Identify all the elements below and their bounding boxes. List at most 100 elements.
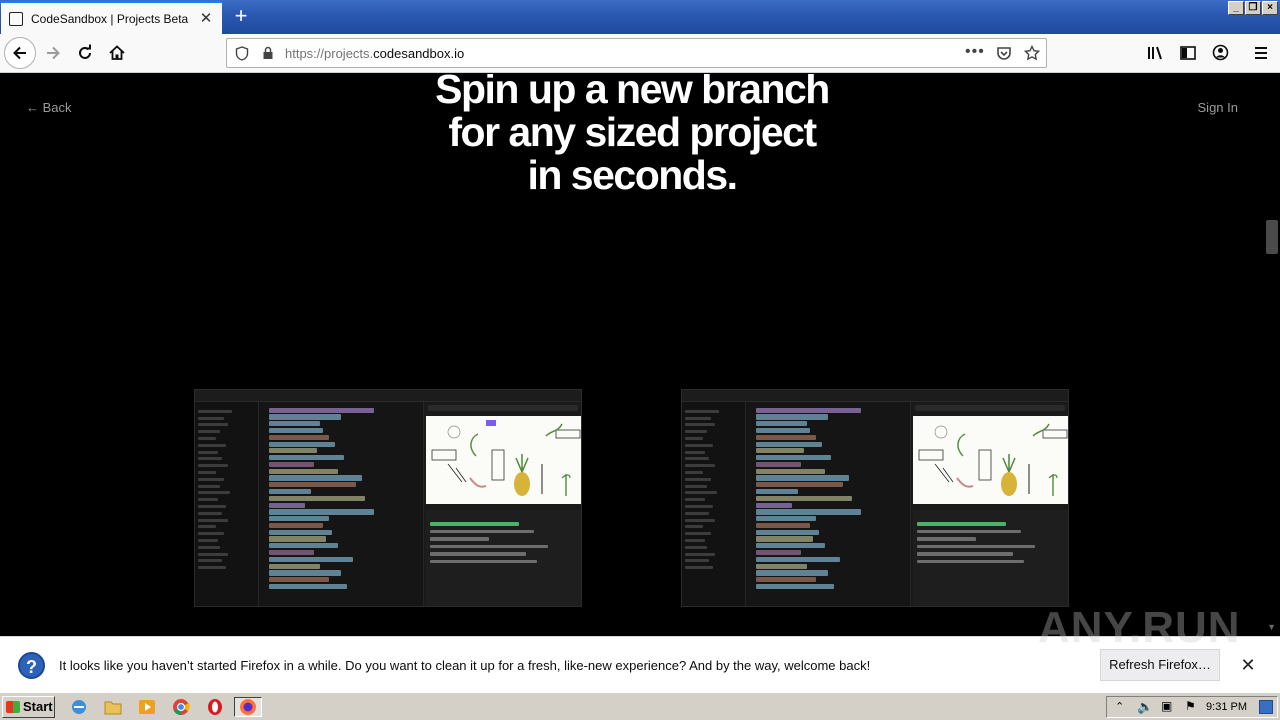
file-tree-entry xyxy=(198,436,216,440)
code-line xyxy=(756,583,834,590)
code-line xyxy=(269,502,305,508)
system-tray: ⌃ 🔈 ▣ ⚑ 9:31 PM xyxy=(1106,696,1278,718)
file-tree-entry xyxy=(198,430,220,434)
file-explorer-icon[interactable] xyxy=(99,697,127,717)
code-editor xyxy=(259,402,423,606)
page-scrollbar[interactable]: ▼ xyxy=(1264,74,1280,636)
code-line xyxy=(756,556,840,562)
network-icon[interactable]: ▣ xyxy=(1161,699,1172,713)
pocket-icon[interactable] xyxy=(996,46,1012,61)
scroll-down-arrow-icon[interactable]: ▼ xyxy=(1267,622,1276,632)
file-tree-entry xyxy=(685,457,709,461)
forward-button[interactable] xyxy=(38,38,68,68)
code-line xyxy=(269,516,329,522)
code-line xyxy=(756,414,828,420)
code-line xyxy=(756,488,798,495)
code-line xyxy=(756,502,792,508)
file-tree-entry xyxy=(685,416,711,420)
preview-console xyxy=(426,510,581,606)
file-tree-entry xyxy=(198,464,228,468)
minimize-button[interactable]: _ xyxy=(1228,1,1244,15)
hero-line: Spin up a new branch xyxy=(435,74,830,112)
code-line xyxy=(756,427,810,434)
file-tree-entry xyxy=(685,443,713,447)
file-tree-entry xyxy=(685,525,703,529)
url-domain: codesandbox.io xyxy=(373,46,465,61)
windows-logo-icon xyxy=(6,701,20,713)
code-line xyxy=(269,468,338,474)
file-tree-entry xyxy=(685,470,703,474)
menu-icon[interactable] xyxy=(1253,45,1269,61)
code-line xyxy=(269,455,344,461)
page-actions-icon[interactable]: ••• xyxy=(965,43,985,61)
arrow-left-icon xyxy=(13,46,26,60)
close-tab-icon[interactable]: ✕ xyxy=(198,10,214,27)
code-line xyxy=(756,536,813,542)
file-tree-entry xyxy=(685,477,711,481)
file-tree-entry xyxy=(198,566,226,570)
scrollbar-thumb[interactable] xyxy=(1266,220,1278,254)
chrome-icon[interactable] xyxy=(167,697,195,717)
preview-address-bar xyxy=(428,405,578,411)
code-line xyxy=(756,482,843,488)
firefox-taskbar-icon[interactable] xyxy=(234,697,262,717)
code-line xyxy=(269,522,323,529)
file-tree-entry xyxy=(685,436,703,440)
file-tree-entry xyxy=(685,559,709,563)
code-line xyxy=(756,468,825,474)
file-tree-entry xyxy=(198,470,216,474)
file-tree-entry xyxy=(198,525,216,529)
account-icon[interactable] xyxy=(1212,44,1229,61)
url-bar[interactable]: https://projects.codesandbox.io ••• xyxy=(226,38,1047,68)
file-tree-entry xyxy=(685,423,715,427)
tray-expand-icon[interactable]: ⌃ xyxy=(1115,700,1124,713)
preview-console xyxy=(913,510,1068,606)
editor-screenshot-right xyxy=(681,389,1069,607)
refresh-firefox-button[interactable]: Refresh Firefox… xyxy=(1100,649,1220,681)
reload-button[interactable] xyxy=(70,38,100,68)
code-line xyxy=(756,516,816,522)
code-line xyxy=(269,583,347,590)
restore-button[interactable]: ❐ xyxy=(1245,1,1261,15)
show-desktop-icon[interactable] xyxy=(1259,700,1273,714)
file-tree-entry xyxy=(685,498,705,502)
bookmark-star-icon[interactable] xyxy=(1024,45,1040,61)
library-icon[interactable] xyxy=(1147,45,1165,61)
file-tree-entry xyxy=(685,545,707,549)
file-tree-entry xyxy=(198,559,222,563)
file-tree-entry xyxy=(198,484,220,488)
file-tree-entry xyxy=(198,477,224,481)
file-tree-entry xyxy=(685,566,713,570)
file-tree-entry xyxy=(198,491,230,495)
sidebar-icon[interactable] xyxy=(1180,45,1196,61)
file-tree-entry xyxy=(685,464,715,468)
code-line xyxy=(269,461,314,468)
start-button[interactable]: Start xyxy=(2,696,55,718)
code-line xyxy=(269,536,326,542)
code-line xyxy=(756,461,801,468)
navigation-toolbar: https://projects.codesandbox.io ••• xyxy=(0,34,1280,73)
file-tree-entry xyxy=(198,423,228,427)
file-tree-entry xyxy=(685,450,705,454)
url-text[interactable]: https://projects.codesandbox.io xyxy=(285,46,464,61)
opera-icon[interactable] xyxy=(201,697,229,717)
lock-icon[interactable] xyxy=(262,46,274,60)
file-tree-entry xyxy=(198,545,220,549)
file-tree-entry xyxy=(198,450,218,454)
code-line xyxy=(269,482,356,488)
action-center-flag-icon[interactable]: ⚑ xyxy=(1185,699,1196,713)
close-notification-icon[interactable]: ✕ xyxy=(1240,655,1256,675)
volume-icon[interactable]: 🔈 xyxy=(1137,699,1153,715)
close-window-button[interactable]: × xyxy=(1262,1,1278,15)
tab-codesandbox[interactable]: CodeSandbox | Projects Beta - Dev ✕ xyxy=(1,1,222,34)
shield-icon[interactable] xyxy=(235,46,249,61)
new-tab-button[interactable]: + xyxy=(228,4,254,30)
media-player-icon[interactable] xyxy=(133,697,161,717)
file-tree-entry xyxy=(198,538,218,542)
file-tree-entry xyxy=(198,443,226,447)
home-button[interactable] xyxy=(102,38,132,68)
clock[interactable]: 9:31 PM xyxy=(1206,701,1247,713)
back-button[interactable] xyxy=(4,37,36,69)
file-tree-entry xyxy=(198,457,222,461)
internet-explorer-icon[interactable] xyxy=(65,697,93,717)
